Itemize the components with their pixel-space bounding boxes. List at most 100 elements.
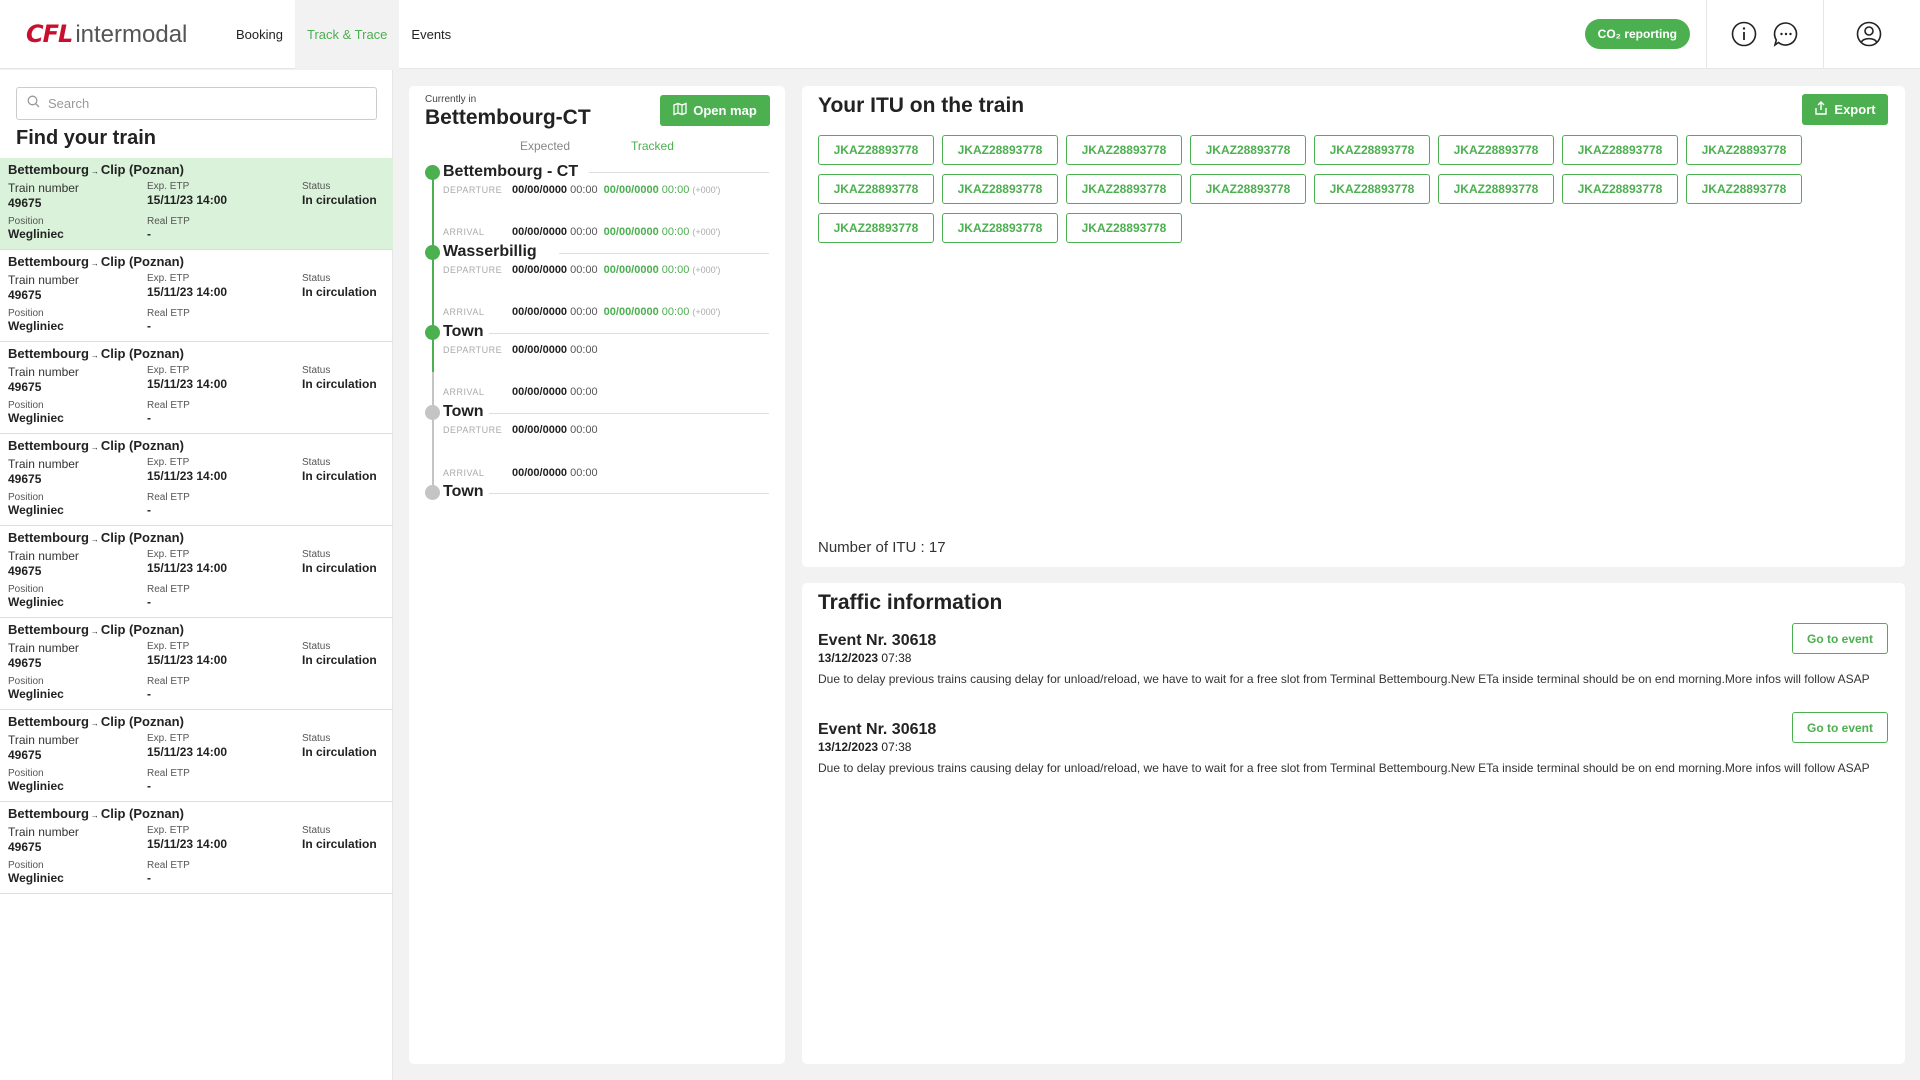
departure-row: DEPARTURE 00/00/0000 00:00 00/00/0000 00:0… xyxy=(443,264,720,276)
position-label: Position xyxy=(8,308,44,319)
train-number: 49675 xyxy=(8,196,42,210)
itu-tag[interactable]: JKAZ28893778 xyxy=(1438,135,1554,165)
stop-name: Wasserbillig xyxy=(443,243,537,260)
cfl-intermodal-logo[interactable]: CFL intermodal xyxy=(26,20,224,49)
train-list: Bettembourg → Clip (Poznan) Train number 496… xyxy=(0,158,393,894)
status-value: In circulation xyxy=(302,469,377,483)
stop-divider xyxy=(489,333,769,334)
exp-etp-label: Exp. ETP xyxy=(147,181,190,192)
itu-tag[interactable]: JKAZ28893778 xyxy=(1314,174,1430,204)
delay-delta: (+000') xyxy=(692,227,721,237)
route-destination: Clip (Poznan) xyxy=(100,162,184,177)
open-map-label: Open map xyxy=(693,103,757,118)
open-map-button[interactable]: Open map xyxy=(660,95,770,126)
train-number: 49675 xyxy=(8,380,42,394)
route-origin: Bettembourg xyxy=(8,254,89,269)
itu-tag[interactable]: JKAZ28893778 xyxy=(818,135,934,165)
nav-events[interactable]: Events xyxy=(399,0,463,69)
itu-tag[interactable]: JKAZ28893778 xyxy=(1686,174,1802,204)
tracked-date: 00/00/0000 xyxy=(603,264,659,276)
train-card[interactable]: Bettembourg → Clip (Poznan) Train number 496… xyxy=(0,434,393,526)
event-item: Event Nr. 30618 13/12/2023 07:38 Due to … xyxy=(818,623,1888,687)
find-train-title: Find your train xyxy=(16,127,156,149)
train-card[interactable]: Bettembourg → Clip (Poznan) Train number 496… xyxy=(0,526,393,618)
event-timestamp: 13/12/2023 07:38 xyxy=(818,651,1888,665)
route-arrow-icon: → xyxy=(90,351,99,360)
itu-tag[interactable]: JKAZ28893778 xyxy=(818,174,934,204)
stop-name: Town xyxy=(443,403,484,420)
itu-tag[interactable]: JKAZ28893778 xyxy=(818,213,934,243)
position-value: Wegliniec xyxy=(8,595,64,609)
itu-tag[interactable]: JKAZ28893778 xyxy=(1190,174,1306,204)
arrival-row: ARRIVAL 00/00/0000 00:00 00/00/0000 00:00 … xyxy=(443,226,720,238)
logo-product: intermodal xyxy=(75,20,188,48)
itu-tag[interactable]: JKAZ28893778 xyxy=(1066,135,1182,165)
arrival-label: ARRIVAL xyxy=(443,387,485,397)
train-card[interactable]: Bettembourg → Clip (Poznan) Train number 496… xyxy=(0,710,393,802)
departure-label: DEPARTURE xyxy=(443,185,503,195)
route-destination: Clip (Poznan) xyxy=(100,346,184,361)
timeline-line-tracked xyxy=(432,172,434,372)
exp-etp-label: Exp. ETP xyxy=(147,273,190,284)
route-origin: Bettembourg xyxy=(8,346,89,361)
itu-tag[interactable]: JKAZ28893778 xyxy=(1562,174,1678,204)
train-number: 49675 xyxy=(8,564,42,578)
itu-tag[interactable]: JKAZ28893778 xyxy=(1314,135,1430,165)
train-card[interactable]: Bettembourg → Clip (Poznan) Train number 496… xyxy=(0,802,393,894)
tracked-time: 00:00 xyxy=(661,226,690,238)
itu-tag[interactable]: JKAZ28893778 xyxy=(942,213,1058,243)
info-icon[interactable] xyxy=(1729,19,1759,49)
exp-etp: 15/11/23 14:00 xyxy=(147,837,228,851)
event-date: 13/12/2023 xyxy=(818,740,879,754)
search-box[interactable] xyxy=(16,87,377,120)
real-etp: - xyxy=(147,687,151,701)
nav-booking[interactable]: Booking xyxy=(224,0,295,69)
expected-time: 00:00 xyxy=(570,226,598,238)
go-to-event-button[interactable]: Go to event xyxy=(1792,623,1888,654)
train-card[interactable]: Bettembourg → Clip (Poznan) Train number 496… xyxy=(0,342,393,434)
status-label: Status xyxy=(302,457,331,468)
position-label: Position xyxy=(8,584,44,595)
train-card[interactable]: Bettembourg → Clip (Poznan) Train number 496… xyxy=(0,618,393,710)
go-to-event-button[interactable]: Go to event xyxy=(1792,712,1888,743)
itu-tag[interactable]: JKAZ28893778 xyxy=(1190,135,1306,165)
itu-tag[interactable]: JKAZ28893778 xyxy=(1438,174,1554,204)
search-input[interactable] xyxy=(48,96,368,111)
itu-tag[interactable]: JKAZ28893778 xyxy=(942,174,1058,204)
position-label: Position xyxy=(8,676,44,687)
train-route: Bettembourg → Clip (Poznan) xyxy=(8,162,184,177)
stop-name: Town xyxy=(443,483,484,500)
delay-delta: (+000') xyxy=(692,185,721,195)
delay-delta: (+000') xyxy=(692,265,721,275)
train-card[interactable]: Bettembourg → Clip (Poznan) Train number 496… xyxy=(0,250,393,342)
itu-tag[interactable]: JKAZ28893778 xyxy=(1562,135,1678,165)
expected-date: 00/00/0000 xyxy=(512,386,568,398)
real-etp: - xyxy=(147,227,151,241)
itu-tag[interactable]: JKAZ28893778 xyxy=(1066,174,1182,204)
position-value: Wegliniec xyxy=(8,319,64,333)
chat-icon[interactable] xyxy=(1771,19,1801,49)
export-button[interactable]: Export xyxy=(1802,94,1888,125)
account-icon[interactable] xyxy=(1854,19,1884,49)
exp-etp-label: Exp. ETP xyxy=(147,457,190,468)
arrival-row: ARRIVAL 00/00/0000 00:00 xyxy=(443,467,598,479)
status-value: In circulation xyxy=(302,377,377,391)
train-card[interactable]: Bettembourg → Clip (Poznan) Train number 496… xyxy=(0,158,393,250)
itu-tag[interactable]: JKAZ28893778 xyxy=(1686,135,1802,165)
tracked-date: 00/00/0000 xyxy=(603,184,659,196)
real-etp-label: Real ETP xyxy=(147,860,190,871)
expected-time: 00:00 xyxy=(570,306,598,318)
stop-dot-passed xyxy=(425,245,440,260)
departure-row: DEPARTURE 00/00/0000 00:00 00/00/0000 00:0… xyxy=(443,184,720,196)
train-number-label: Train number xyxy=(8,825,79,839)
co2-reporting-button[interactable]: CO₂ reporting xyxy=(1584,19,1690,49)
event-item: Event Nr. 30618 13/12/2023 07:38 Due to … xyxy=(818,712,1888,776)
nav-track-trace[interactable]: Track & Trace xyxy=(294,0,400,69)
expected-date: 00/00/0000 xyxy=(512,306,568,318)
status-label: Status xyxy=(302,641,331,652)
stop-divider xyxy=(489,493,769,494)
itu-tag[interactable]: JKAZ28893778 xyxy=(942,135,1058,165)
itu-tag[interactable]: JKAZ28893778 xyxy=(1066,213,1182,243)
status-value: In circulation xyxy=(302,561,377,575)
route-destination: Clip (Poznan) xyxy=(100,254,184,269)
